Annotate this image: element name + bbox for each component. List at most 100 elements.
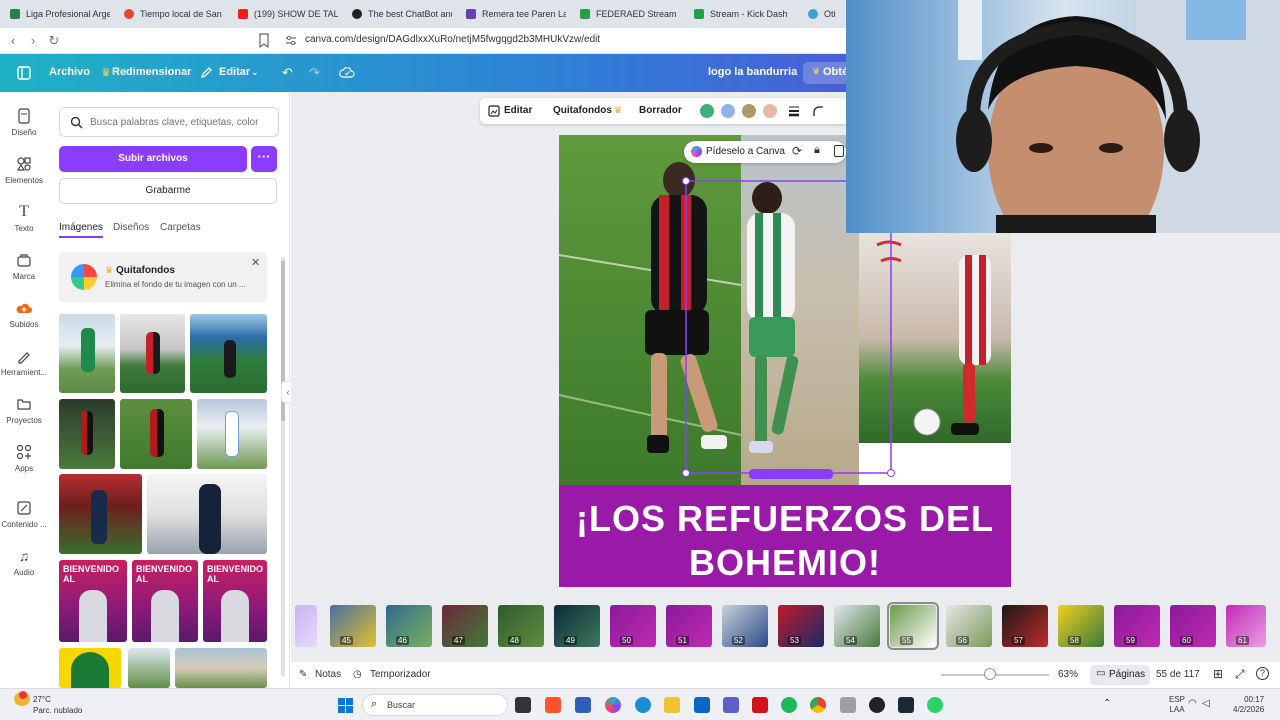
- teams-icon[interactable]: [723, 697, 739, 713]
- image-thumbnail[interactable]: BIENVENIDO AL: [203, 560, 267, 642]
- timer-button[interactable]: Temporizador: [370, 669, 431, 680]
- file-explorer-icon[interactable]: [664, 697, 680, 713]
- image-thumbnail[interactable]: [59, 314, 115, 393]
- browser-tab[interactable]: The best ChatBot and: [352, 4, 452, 24]
- page-thumbnail[interactable]: [295, 605, 317, 647]
- wifi-icon[interactable]: ◠: [1188, 699, 1197, 709]
- image-thumbnail[interactable]: BIENVENIDO AL: [132, 560, 198, 642]
- url-text[interactable]: canva.com/design/DAGdlxxXuRo/netjM5fwgqg…: [305, 34, 600, 45]
- page-thumbnail[interactable]: 61: [1226, 605, 1266, 647]
- browser-tab[interactable]: Oti: [808, 4, 846, 24]
- color-swatch[interactable]: [742, 104, 756, 118]
- page-thumbnail[interactable]: 49: [554, 605, 600, 647]
- edit-image-button[interactable]: Editar: [504, 105, 532, 116]
- edge-icon[interactable]: [635, 697, 651, 713]
- page-thumbnail[interactable]: 45: [330, 605, 376, 647]
- browser-tab[interactable]: Liga Profesional Argen: [10, 4, 110, 24]
- task-view-icon[interactable]: [515, 697, 531, 713]
- page-thumbnail[interactable]: 52: [722, 605, 768, 647]
- fullscreen-icon[interactable]: ⤢: [1235, 667, 1245, 682]
- outlook-icon[interactable]: [694, 697, 710, 713]
- page-thumbnail[interactable]: 51: [666, 605, 712, 647]
- image-thumbnail[interactable]: [120, 399, 192, 469]
- steam-icon[interactable]: [898, 697, 914, 713]
- line-weight-icon[interactable]: [788, 105, 800, 117]
- design-title[interactable]: logo la bandurria: [708, 66, 797, 78]
- ask-canva-pill[interactable]: Pídeselo a Canva ⟳ 🔒︎: [684, 141, 846, 163]
- search-box[interactable]: [59, 107, 279, 137]
- eraser-button[interactable]: Borrador: [639, 105, 682, 116]
- rail-item-content[interactable]: Contenido ...: [0, 500, 48, 529]
- page-thumbnail-selected[interactable]: 55: [887, 602, 939, 650]
- page-thumbnail[interactable]: 60: [1170, 605, 1216, 647]
- rail-item-text[interactable]: T Texto: [0, 204, 48, 234]
- forward-icon[interactable]: ›: [24, 32, 42, 50]
- color-swatch[interactable]: [700, 104, 714, 118]
- page-thumbnail[interactable]: 59: [1114, 605, 1160, 647]
- browser-tab[interactable]: Stream - Kick Dash: [694, 4, 794, 24]
- tool-icon[interactable]: [840, 697, 856, 713]
- rail-item-design[interactable]: Diseño: [0, 108, 48, 137]
- rail-item-brand[interactable]: Marca: [0, 252, 48, 281]
- reload-icon[interactable]: ↻: [45, 32, 63, 50]
- cloud-saved-icon[interactable]: [339, 65, 355, 79]
- more-options-button[interactable]: ···: [251, 146, 277, 172]
- notes-button[interactable]: Notas: [315, 669, 341, 680]
- tab-images[interactable]: Imágenes: [59, 222, 103, 238]
- image-thumbnail[interactable]: [175, 648, 267, 688]
- image-thumbnail[interactable]: [147, 474, 267, 554]
- image-thumbnail[interactable]: [59, 474, 142, 554]
- browser-tab[interactable]: Remera tee Paren La M: [466, 4, 566, 24]
- page-thumbnail[interactable]: 48: [498, 605, 544, 647]
- color-swatch[interactable]: [721, 104, 735, 118]
- back-icon[interactable]: ‹: [4, 32, 22, 50]
- zoom-slider-knob[interactable]: [984, 668, 996, 680]
- store-icon[interactable]: [575, 697, 591, 713]
- tab-folders[interactable]: Carpetas: [160, 222, 201, 233]
- edit-menu[interactable]: Editar: [219, 66, 250, 78]
- brave-icon[interactable]: [545, 697, 561, 713]
- page-thumbnail[interactable]: 56: [946, 605, 992, 647]
- image-thumbnail[interactable]: [59, 648, 121, 688]
- bg-remover-button[interactable]: Quitafondos: [553, 105, 612, 116]
- copilot-icon[interactable]: [605, 697, 621, 713]
- pages-view-button[interactable]: ▭ Páginas: [1090, 665, 1150, 685]
- image-thumbnail[interactable]: [128, 648, 170, 688]
- rail-item-uploads[interactable]: Subidos: [0, 300, 48, 329]
- rail-item-elements[interactable]: Elementos: [0, 156, 48, 185]
- color-swatch[interactable]: [763, 104, 777, 118]
- resize-button[interactable]: Redimensionar: [112, 66, 191, 78]
- image-thumbnail[interactable]: [59, 399, 115, 469]
- lock-icon[interactable]: 🔒︎: [814, 144, 820, 157]
- browser-tab[interactable]: (199) SHOW DE TALEN: [238, 4, 338, 24]
- upload-files-button[interactable]: Subir archivos: [59, 146, 247, 172]
- grid-view-icon[interactable]: ⊞: [1213, 667, 1223, 681]
- chevron-up-icon[interactable]: ⌃: [1103, 699, 1111, 709]
- rail-item-audio[interactable]: ♫ Audio: [0, 548, 48, 577]
- page-thumbnail[interactable]: 53: [778, 605, 824, 647]
- redo-icon[interactable]: ↷: [309, 65, 320, 81]
- headline-banner[interactable]: ¡LOS REFUERZOS DEL BOHEMIO!: [559, 485, 1011, 587]
- refresh-icon[interactable]: ⟳: [792, 144, 802, 158]
- page-thumbnail[interactable]: 54: [834, 605, 880, 647]
- file-menu[interactable]: Archivo: [49, 66, 90, 78]
- rail-item-apps[interactable]: Apps: [0, 444, 48, 473]
- rail-item-projects[interactable]: Proyectos: [0, 396, 48, 425]
- background-remover-promo[interactable]: ♛ Quitafondos Elimina el fondo de tu ima…: [59, 252, 267, 302]
- page-thumbnail[interactable]: 57: [1002, 605, 1048, 647]
- obs-icon[interactable]: [869, 697, 885, 713]
- corner-rounding-icon[interactable]: [812, 105, 824, 117]
- close-icon[interactable]: ✕: [251, 256, 260, 269]
- clock[interactable]: 00:17 4/2/2026: [1233, 695, 1264, 715]
- windows-start-icon[interactable]: [338, 698, 353, 713]
- image-thumbnail[interactable]: BIENVENIDO AL: [59, 560, 127, 642]
- weather-temp[interactable]: 27°C: [33, 695, 51, 705]
- spotify-icon[interactable]: [781, 697, 797, 713]
- page-thumbnail[interactable]: 58: [1058, 605, 1104, 647]
- rail-item-tools[interactable]: Herramient...: [0, 348, 48, 377]
- acrobat-icon[interactable]: [752, 697, 768, 713]
- duplicate-icon[interactable]: [834, 145, 844, 157]
- chevron-down-icon[interactable]: ⌄: [251, 67, 259, 78]
- page-thumbnail[interactable]: 47: [442, 605, 488, 647]
- image-thumbnail[interactable]: [120, 314, 185, 393]
